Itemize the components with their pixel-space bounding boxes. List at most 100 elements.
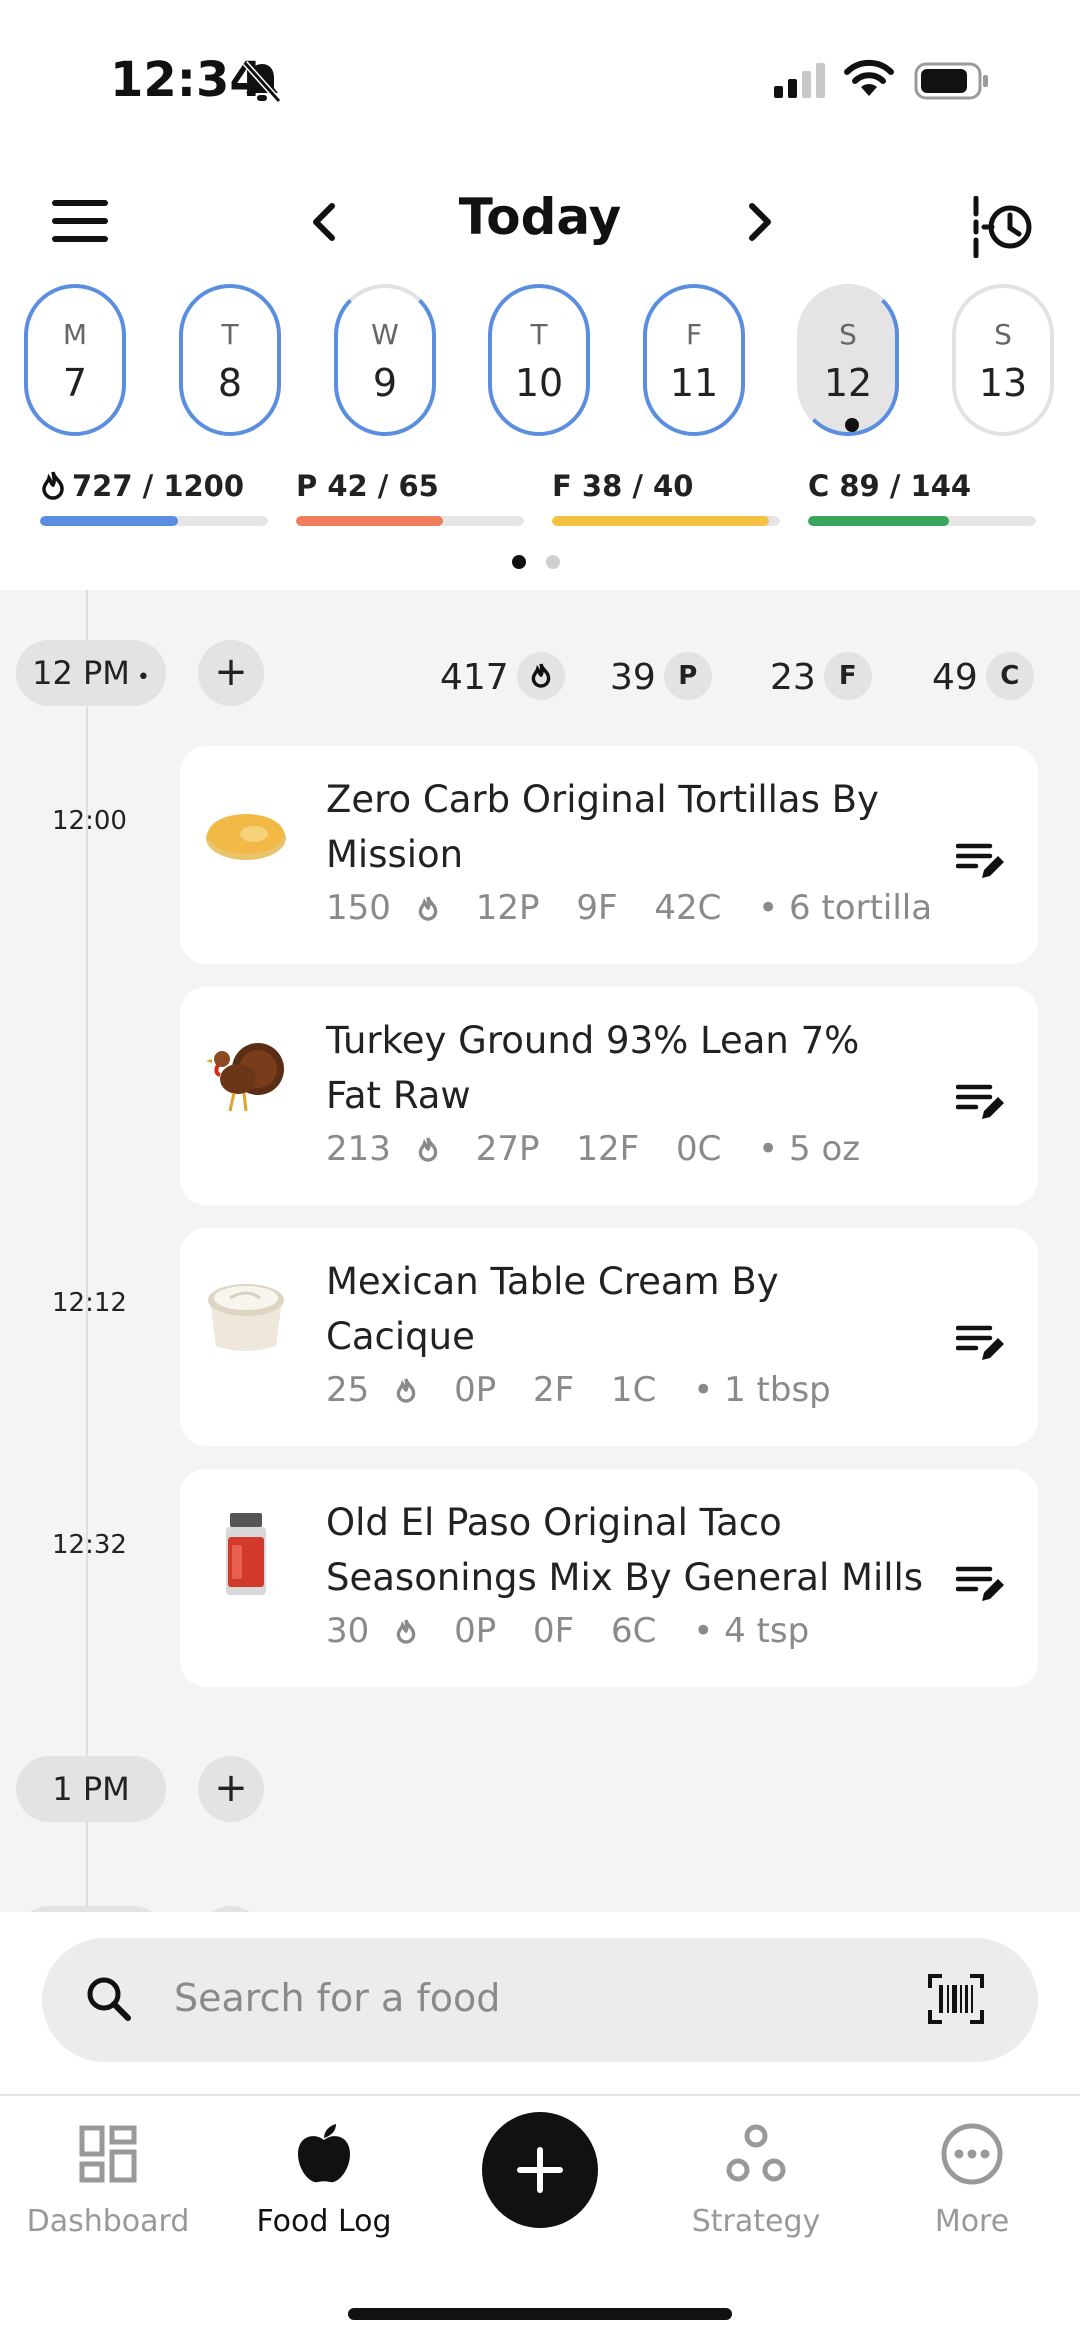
- battery-icon: [914, 62, 988, 100]
- tab-more[interactable]: More: [872, 2122, 1072, 2239]
- day-letter: F: [685, 318, 703, 351]
- search-input[interactable]: Search for a food: [42, 1938, 1038, 2062]
- edit-entry-icon[interactable]: [956, 1081, 1006, 1121]
- hour-chip-12pm[interactable]: 12 PM •: [16, 640, 166, 706]
- day-number: 9: [372, 361, 398, 405]
- hour-label: 12 PM: [32, 654, 130, 692]
- hour-chip-1pm[interactable]: 1 PM: [16, 1756, 166, 1822]
- timeline-line: [86, 590, 88, 1912]
- food-entry-card[interactable]: Mexican Table Cream By Cacique 25 0P 2F …: [180, 1228, 1038, 1446]
- hour-fat-value: 23: [770, 657, 816, 698]
- page-indicator[interactable]: [512, 554, 580, 573]
- tortilla-icon: [206, 814, 286, 860]
- day-number: 13: [978, 361, 1028, 405]
- menu-button[interactable]: [52, 200, 108, 242]
- food-name: Turkey Ground 93% Lean 7% Fat Raw: [326, 1019, 860, 1117]
- day-number: 10: [514, 361, 564, 405]
- day-number: 12: [823, 361, 873, 405]
- add-entry-button[interactable]: [482, 2112, 598, 2228]
- apple-icon: [298, 2124, 350, 2183]
- protein-summary[interactable]: P 42 / 65: [296, 466, 524, 526]
- cell-signal-icon: [774, 63, 825, 98]
- day-number: 11: [669, 361, 719, 405]
- fat-summary[interactable]: F 38 / 40: [552, 466, 780, 526]
- food-calories: 30: [326, 1611, 370, 1651]
- food-entry-card[interactable]: Turkey Ground 93% Lean 7% Fat Raw 213 27…: [180, 987, 1038, 1205]
- entry-time: 12:32: [52, 1530, 127, 1560]
- flame-icon: [396, 1378, 416, 1403]
- tab-label: More: [934, 2204, 1010, 2239]
- add-food-1pm-button[interactable]: +: [198, 1756, 264, 1822]
- protein-progress: [296, 516, 444, 526]
- flame-icon: [418, 896, 438, 921]
- food-name: Zero Carb Original Tortillas By Mission: [326, 778, 879, 876]
- day-tuesday[interactable]: T 8: [179, 284, 281, 436]
- barcode-scan-icon[interactable]: [928, 1974, 984, 2024]
- food-entry-card[interactable]: Zero Carb Original Tortillas By Mission …: [180, 746, 1038, 964]
- day-monday[interactable]: M 7: [24, 284, 126, 436]
- food-serving: • 6 tortilla: [758, 888, 933, 928]
- status-bar: 12:34: [0, 0, 1080, 160]
- food-fat: 9F: [576, 888, 618, 928]
- day-number: 8: [217, 361, 243, 405]
- calories-label: 727 / 1200: [72, 469, 245, 503]
- entry-time: 12:12: [52, 1288, 127, 1318]
- status-time: 12:34: [110, 52, 263, 108]
- day-friday[interactable]: F 11: [643, 284, 745, 436]
- day-saturday-selected[interactable]: S 12: [797, 284, 899, 436]
- tab-label: Strategy: [691, 2204, 821, 2239]
- home-indicator[interactable]: [348, 2308, 732, 2320]
- history-icon[interactable]: [970, 196, 1040, 258]
- hour-protein-total: 39 P: [610, 648, 712, 708]
- food-calories: 150: [326, 888, 391, 928]
- food-nutrition: 213 27P 12F 0C • 5 oz: [326, 1129, 886, 1169]
- tab-food-log[interactable]: Food Log: [224, 2122, 424, 2239]
- food-fat: 0F: [533, 1611, 575, 1651]
- turkey-icon: [206, 1043, 284, 1112]
- day-thursday[interactable]: T 10: [488, 284, 590, 436]
- add-food-12pm-button[interactable]: +: [198, 640, 264, 706]
- day-sunday[interactable]: S 13: [952, 284, 1054, 436]
- flame-icon: [42, 471, 64, 500]
- food-serving: • 4 tsp: [693, 1611, 810, 1651]
- food-protein: 27P: [475, 1129, 540, 1169]
- food-carbs: 42C: [654, 888, 722, 928]
- tab-label: Food Log: [256, 2204, 392, 2239]
- day-wednesday[interactable]: W 9: [334, 284, 436, 436]
- bottom-tab-bar: Dashboard Food Log Strategy More: [0, 2094, 1080, 2341]
- previous-day-button[interactable]: [300, 196, 350, 248]
- food-fat: 2F: [533, 1370, 575, 1410]
- food-calories: 213: [326, 1129, 391, 1169]
- page-title: Today: [458, 188, 622, 246]
- protein-badge: P: [663, 652, 712, 700]
- hour-fat-total: 23 F: [770, 648, 872, 708]
- tab-strategy[interactable]: Strategy: [656, 2122, 856, 2239]
- flame-icon: [396, 1619, 416, 1644]
- day-letter: S: [994, 318, 1012, 351]
- food-nutrition: 150 12P 9F 42C • 6 tortilla: [326, 888, 958, 928]
- food-carbs: 6C: [611, 1611, 657, 1651]
- next-day-button[interactable]: [734, 196, 784, 248]
- food-name: Old El Paso Original Taco Seasonings Mix…: [326, 1501, 924, 1599]
- food-name: Mexican Table Cream By Cacique: [326, 1260, 779, 1358]
- food-entry-card[interactable]: Old El Paso Original Taco Seasonings Mix…: [180, 1469, 1038, 1687]
- tab-dashboard[interactable]: Dashboard: [8, 2122, 208, 2239]
- search-bar-container: Search for a food: [0, 1912, 1080, 2094]
- food-serving: • 1 tbsp: [693, 1370, 831, 1410]
- food-serving: • 5 oz: [758, 1129, 861, 1169]
- carbs-progress: [808, 516, 949, 526]
- edit-entry-icon[interactable]: [956, 1563, 1006, 1603]
- page-dot-active: [512, 555, 526, 569]
- food-carbs: 0C: [675, 1129, 722, 1169]
- page-dot: [546, 555, 560, 569]
- carbs-summary[interactable]: C 89 / 144: [808, 466, 1036, 526]
- food-nutrition: 25 0P 2F 1C • 1 tbsp: [326, 1370, 857, 1410]
- hour-calories-total: 417: [440, 648, 565, 708]
- day-letter: T: [221, 318, 239, 351]
- edit-entry-icon[interactable]: [956, 1322, 1006, 1362]
- hour-calories-value: 417: [440, 657, 509, 698]
- edit-entry-icon[interactable]: [956, 840, 1006, 880]
- calories-summary[interactable]: 727 / 1200: [40, 466, 268, 526]
- food-log-timeline[interactable]: 12 PM • + 417 39 P 23 F 49 C 12:00 Zero Car…: [0, 590, 1080, 1912]
- carbs-badge: C: [985, 652, 1034, 700]
